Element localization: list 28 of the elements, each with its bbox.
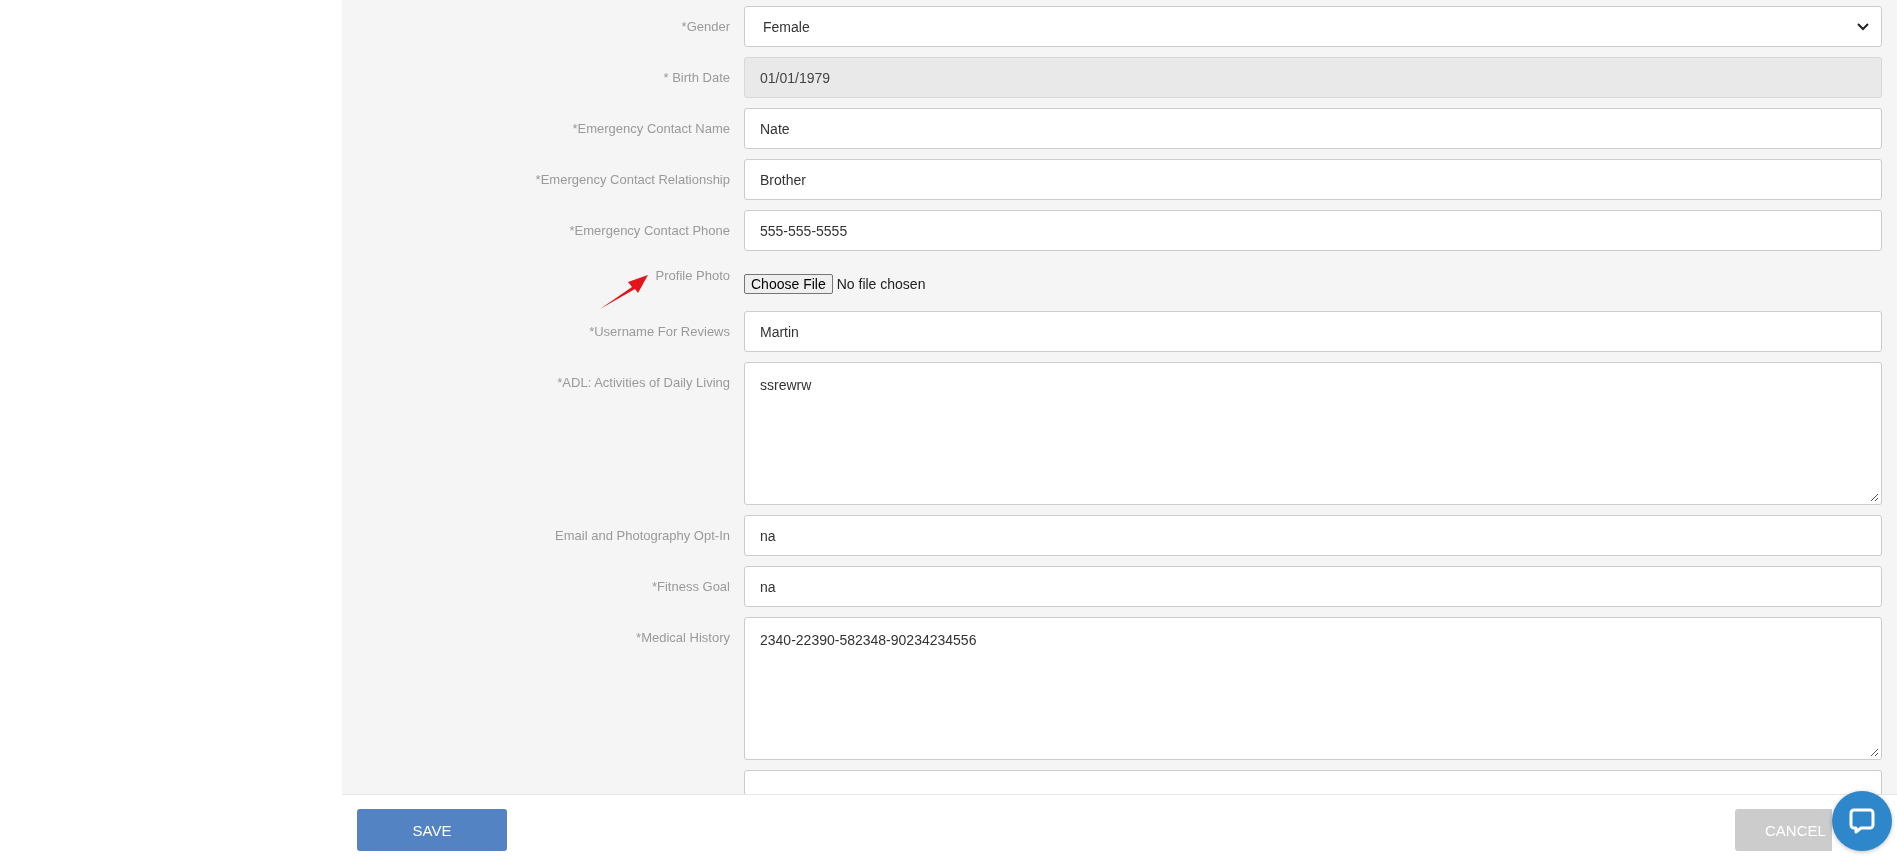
field-label: *Fitness Goal	[651, 579, 730, 594]
field-label: *Medical History	[636, 630, 730, 645]
field-label: *Username For Reviews	[589, 324, 730, 339]
gender-select[interactable]: Female	[744, 6, 1882, 47]
input-field[interactable]: na	[744, 566, 1882, 607]
field-label: Email and Photography Opt-In	[555, 528, 730, 543]
field-label: * Birth Date	[663, 70, 730, 85]
input-field[interactable]: na	[744, 515, 1882, 556]
text-area[interactable]: 2340-22390-582348-90234234556	[744, 617, 1882, 760]
field-label: *ADL: Activities of Daily Living	[557, 375, 730, 390]
input-field[interactable]: Nate	[744, 108, 1882, 149]
input-field[interactable]: Brother	[744, 159, 1882, 200]
field-label: *Emergency Contact Phone	[569, 223, 730, 238]
resize-grip-icon[interactable]	[1870, 748, 1879, 757]
resize-grip-icon[interactable]	[1870, 493, 1879, 502]
field-label: *Emergency Contact Relationship	[535, 172, 730, 187]
field-label: *Emergency Contact Name	[572, 121, 730, 136]
input-field[interactable]: Martin	[744, 311, 1882, 352]
file-status: No file chosen	[836, 276, 926, 292]
chevron-down-icon	[1857, 22, 1869, 31]
field-label: Profile Photo	[655, 268, 730, 283]
chat-bubble-icon	[1848, 807, 1876, 835]
save-button[interactable]: SAVE	[357, 809, 507, 851]
field-label: *Gender	[681, 19, 730, 34]
chat-button[interactable]	[1832, 791, 1892, 851]
input-field[interactable]: 555-555-5555	[744, 210, 1882, 251]
text-area[interactable]: ssrewrw	[744, 362, 1882, 505]
choose-file-button[interactable]: Choose File	[744, 274, 833, 294]
